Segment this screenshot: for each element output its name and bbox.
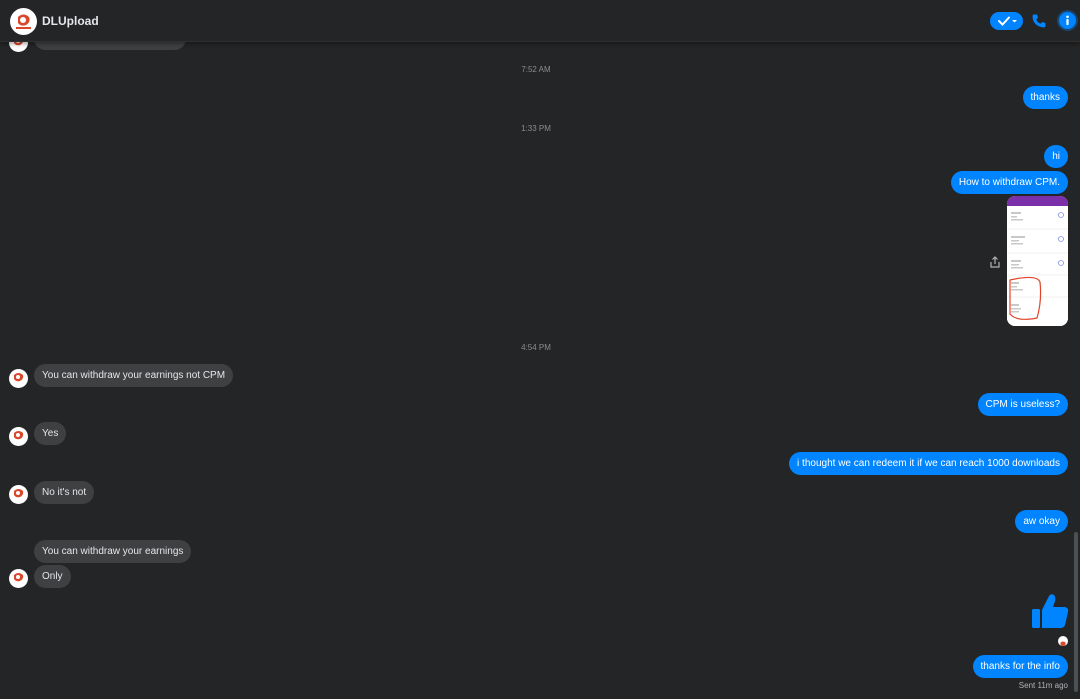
info-icon[interactable] xyxy=(1059,12,1076,29)
message-bubble-incoming[interactable]: Only xyxy=(34,565,71,588)
scrollbar-thumb[interactable] xyxy=(1074,532,1078,692)
check-dropdown-button[interactable] xyxy=(990,12,1023,30)
message-bubble-incoming[interactable]: Yes xyxy=(34,422,67,445)
message-bubble-outgoing[interactable]: How to withdraw CPM. xyxy=(950,171,1068,194)
contact-avatar xyxy=(9,427,28,446)
message-bubble-outgoing[interactable]: hi xyxy=(1044,145,1068,168)
message-bubble-outgoing[interactable]: thanks for the info xyxy=(972,655,1068,678)
contact-avatar[interactable] xyxy=(10,8,37,35)
timestamp: 7:52 AM xyxy=(521,65,551,74)
thumbs-up-icon[interactable] xyxy=(1030,592,1070,630)
message-bubble-outgoing[interactable]: aw okay xyxy=(1015,510,1068,533)
contact-avatar xyxy=(9,569,28,588)
seen-avatar xyxy=(1058,636,1068,646)
message-bubble-outgoing[interactable]: thanks xyxy=(1022,86,1068,109)
timestamp: 1:33 PM xyxy=(521,124,551,133)
message-bubble-incoming[interactable]: No it's not xyxy=(34,481,95,504)
chat-header: DLUpload xyxy=(0,0,1080,42)
image-attachment[interactable] xyxy=(1007,196,1068,326)
phone-icon[interactable] xyxy=(1031,13,1047,29)
message-bubble-outgoing[interactable]: CPM is useless? xyxy=(977,393,1068,416)
message-bubble-incoming[interactable]: You can withdraw your earnings xyxy=(34,540,192,563)
message-bubble-outgoing[interactable]: i thought we can redeem it if we can rea… xyxy=(789,452,1068,475)
sent-status: Sent 11m ago xyxy=(1018,681,1068,690)
contact-name[interactable]: DLUpload xyxy=(42,14,99,28)
message-bubble-incoming[interactable]: You can withdraw your earnings not CPM xyxy=(34,364,234,387)
check-icon xyxy=(997,16,1017,26)
contact-avatar xyxy=(9,369,28,388)
screenshot-thumbnail xyxy=(1007,196,1068,326)
share-icon[interactable] xyxy=(989,255,1001,268)
timestamp: 4:54 PM xyxy=(521,343,551,352)
contact-avatar xyxy=(9,485,28,504)
